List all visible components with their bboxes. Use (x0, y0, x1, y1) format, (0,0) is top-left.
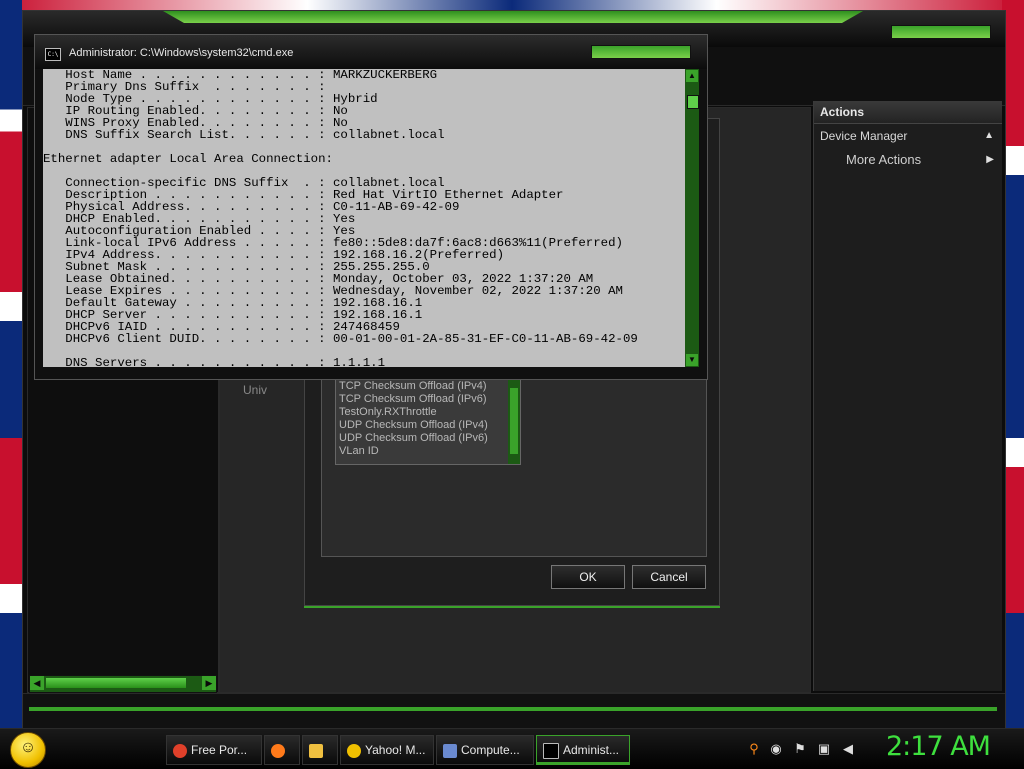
scroll-left-icon[interactable]: ◀ (30, 676, 44, 690)
cmd-titlebar[interactable]: C:\ Administrator: C:\Windows\system32\c… (35, 35, 707, 69)
cmd-output-line: Ethernet adapter Local Area Connection: (43, 152, 333, 166)
taskbar-item-firefox[interactable] (264, 735, 300, 765)
cmd-vertical-scrollbar[interactable]: ▲ ▼ (685, 69, 699, 367)
wallpaper-left-strip (0, 0, 22, 730)
folder-icon (309, 743, 323, 758)
smiley-icon: ☺ (19, 739, 37, 756)
property-list[interactable]: TCP Checksum Offload (IPv4) TCP Checksum… (335, 379, 521, 465)
cmd-output-line: DNS Servers . . . . . . . . . . . : 1.1.… (43, 356, 386, 367)
collapse-arrow-icon[interactable]: ▲ (984, 124, 994, 148)
taskbar-item-label: Yahoo! M... (365, 743, 426, 757)
action-device-manager-label: Device Manager (820, 129, 908, 143)
property-list-scrollbar[interactable] (508, 380, 520, 464)
ok-button[interactable]: OK (551, 565, 625, 589)
taskbar-item-label: Administ... (563, 743, 620, 757)
start-button[interactable]: ☺ (10, 732, 46, 768)
property-item[interactable]: UDP Checksum Offload (IPv6) (336, 432, 520, 445)
firefox-icon (271, 743, 285, 758)
chrome-icon (173, 743, 187, 758)
action-more-actions[interactable]: More Actions ▶ (814, 148, 1002, 172)
taskbar-item-folder[interactable] (302, 735, 338, 765)
mmc-title-accent (163, 11, 863, 23)
scroll-down-icon[interactable]: ▼ (686, 354, 698, 366)
property-item[interactable]: TCP Checksum Offload (IPv6) (336, 393, 520, 406)
property-item[interactable]: UDP Checksum Offload (IPv4) (336, 419, 520, 432)
property-item[interactable]: VLan ID (336, 445, 520, 458)
cmd-icon: C:\ (45, 48, 61, 61)
cmd-window-controls[interactable] (591, 45, 691, 59)
action-center-flag-icon[interactable]: ⚑ (792, 741, 808, 757)
action-device-manager[interactable]: Device Manager ▲ (814, 124, 1002, 148)
scroll-thumb[interactable] (687, 95, 699, 109)
action-more-actions-label: More Actions (846, 152, 922, 167)
taskbar-item-computer-management[interactable]: Compute... (436, 735, 534, 765)
computer-management-icon (443, 743, 457, 758)
volume-icon[interactable]: ◀ (840, 741, 856, 757)
property-item[interactable]: TestOnly.RXThrottle (336, 406, 520, 419)
mmc-bottom-accent (29, 707, 997, 711)
cmd-output[interactable]: Host Name . . . . . . . . . . . . : MARK… (43, 69, 685, 367)
yahoo-messenger-icon (347, 743, 361, 758)
taskbar-item-yahoo-messenger[interactable]: Yahoo! M... (340, 735, 434, 765)
cmd-output-line: DHCPv6 Client DUID. . . . . . . . : 00-0… (43, 332, 638, 346)
property-item[interactable]: TCP Checksum Offload (IPv4) (336, 380, 520, 393)
scroll-thumb[interactable] (46, 678, 186, 688)
cmd-icon (543, 742, 559, 759)
search-icon[interactable]: ⚲ (746, 741, 762, 757)
taskbar-clock[interactable]: 2:17 AM (886, 731, 991, 762)
scroll-right-icon[interactable]: ▶ (202, 676, 216, 690)
tree-item-partial[interactable]: Univ (243, 383, 267, 397)
cmd-output-line: DNS Suffix Search List. . . . . . : coll… (43, 128, 445, 142)
actions-header: Actions (814, 101, 1002, 124)
chat-icon[interactable]: ◉ (768, 741, 784, 757)
cmd-title: Administrator: C:\Windows\system32\cmd.e… (69, 47, 294, 59)
taskbar-item-label: Free Por... (191, 743, 248, 757)
taskbar-item-cmd[interactable]: Administ... (536, 735, 630, 765)
tree-horizontal-scrollbar[interactable]: ◀ ▶ (29, 675, 217, 693)
mmc-window-controls[interactable] (891, 25, 991, 39)
scroll-up-icon[interactable]: ▲ (686, 70, 698, 82)
taskbar-item-label: Compute... (461, 743, 520, 757)
cmd-window: C:\ Administrator: C:\Windows\system32\c… (34, 34, 708, 380)
taskbar-item-chrome[interactable]: Free Por... (166, 735, 262, 765)
scroll-thumb[interactable] (510, 388, 518, 454)
taskbar: ☺ Free Por... Yahoo! M... Compute... Adm… (0, 728, 1024, 769)
submenu-arrow-icon: ▶ (986, 154, 994, 165)
network-icon[interactable]: ▣ (816, 741, 832, 757)
actions-pane: Actions Device Manager ▲ More Actions ▶ (813, 101, 1002, 691)
cancel-button[interactable]: Cancel (632, 565, 706, 589)
